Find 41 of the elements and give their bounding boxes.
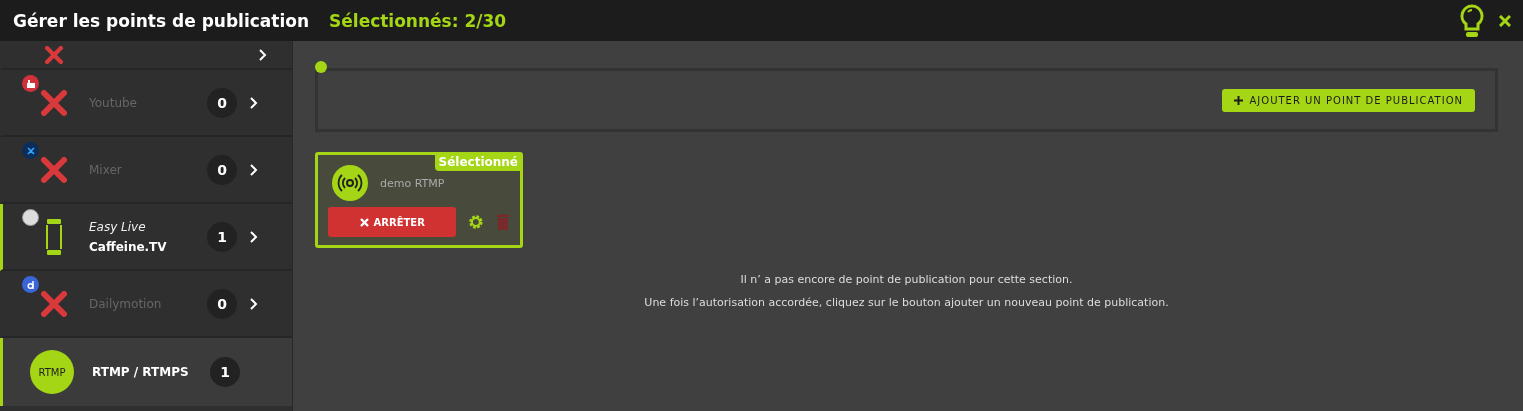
close-icon xyxy=(359,217,369,227)
chevron-icon[interactable] xyxy=(250,163,258,176)
phone-icon xyxy=(44,217,64,256)
service-name: Caffeine.TV xyxy=(89,239,168,254)
plus-icon xyxy=(1234,95,1244,105)
count-badge: 0 xyxy=(207,87,237,118)
mode-label: Easy Live xyxy=(89,219,147,234)
add-point-button[interactable]: AJOUTER UN POINT DE PUBLICATION xyxy=(1222,88,1475,112)
video-logo-icon xyxy=(22,75,39,92)
sidebar-item[interactable]: RTMP RTMP / RTMPS 1 xyxy=(0,338,292,406)
rtmp-dot-icon xyxy=(315,61,327,73)
rtmp-badge: RTMP xyxy=(30,350,74,394)
count-badge: 0 xyxy=(207,154,237,185)
count-badge: 0 xyxy=(207,288,237,319)
chevron-icon[interactable] xyxy=(250,297,258,310)
cross-icon xyxy=(45,45,63,64)
mixer-logo-icon xyxy=(22,142,39,159)
logo-icon xyxy=(22,209,39,226)
broadcast-icon xyxy=(332,165,368,201)
point-name: demo RTMP xyxy=(380,176,445,190)
selected-tag: Sélectionné xyxy=(434,154,521,171)
chevron-icon[interactable] xyxy=(250,230,258,243)
cross-icon xyxy=(41,156,67,183)
lightbulb-icon[interactable] xyxy=(1459,3,1485,38)
empty-message: Il n’ a pas encore de point de publication pour cette section. xyxy=(739,273,1074,286)
settings-icon[interactable] xyxy=(468,214,485,230)
letter-logo-icon xyxy=(22,276,39,293)
close-icon[interactable] xyxy=(1499,14,1511,27)
count-badge: 1 xyxy=(210,357,240,387)
empty-message: Une fois l’autorisation accordée, cliquez sur le bouton ajouter un nouveau point de publication. xyxy=(643,296,1170,309)
chevron-icon[interactable] xyxy=(259,48,267,61)
window-title: Gérer les points de publication xyxy=(13,10,310,31)
selection-count: Sélectionnés: 2/30 xyxy=(329,10,507,31)
service-name: RTMP / RTMPS xyxy=(92,365,190,379)
sidebar-item[interactable]: Easy Live Caffeine.TV 1 xyxy=(0,204,292,271)
cross-icon xyxy=(41,89,67,116)
stop-button[interactable]: ARRÊTER xyxy=(328,207,457,237)
count-badge: 1 xyxy=(207,221,237,252)
chevron-icon[interactable] xyxy=(250,96,258,109)
publication-card[interactable]: Sélectionné demo RTMP ARRÊTER xyxy=(315,152,523,248)
cross-icon xyxy=(41,290,67,317)
